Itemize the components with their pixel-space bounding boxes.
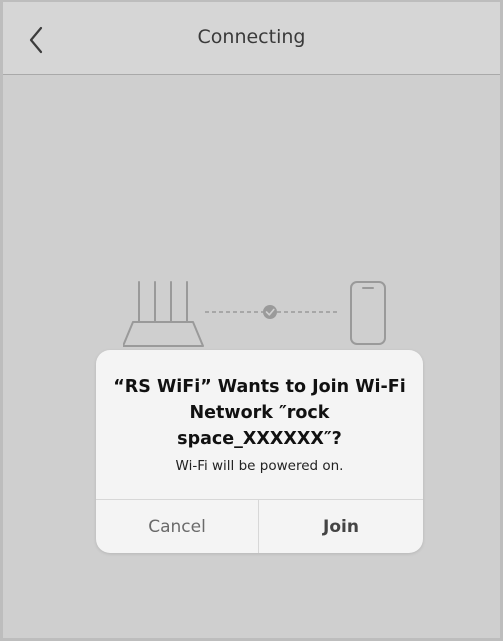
app-screen: Connecting “RS WiFi” Wants to Join Wi-Fi…: [0, 0, 503, 641]
join-button[interactable]: Join: [259, 500, 423, 553]
alert-message: Wi-Fi will be powered on.: [175, 458, 344, 474]
page-title: Connecting: [197, 26, 306, 48]
connection-illustration: [122, 270, 403, 360]
cancel-button[interactable]: Cancel: [96, 500, 259, 553]
wifi-join-alert: “RS WiFi” Wants to Join Wi-Fi Network ″r…: [96, 350, 423, 553]
alert-title: “RS WiFi” Wants to Join Wi-Fi Network ″r…: [113, 377, 406, 449]
router-icon: [122, 281, 204, 347]
check-circle-icon: [263, 305, 277, 319]
navigation-bar: Connecting: [3, 0, 500, 75]
phone-icon: [350, 281, 386, 345]
